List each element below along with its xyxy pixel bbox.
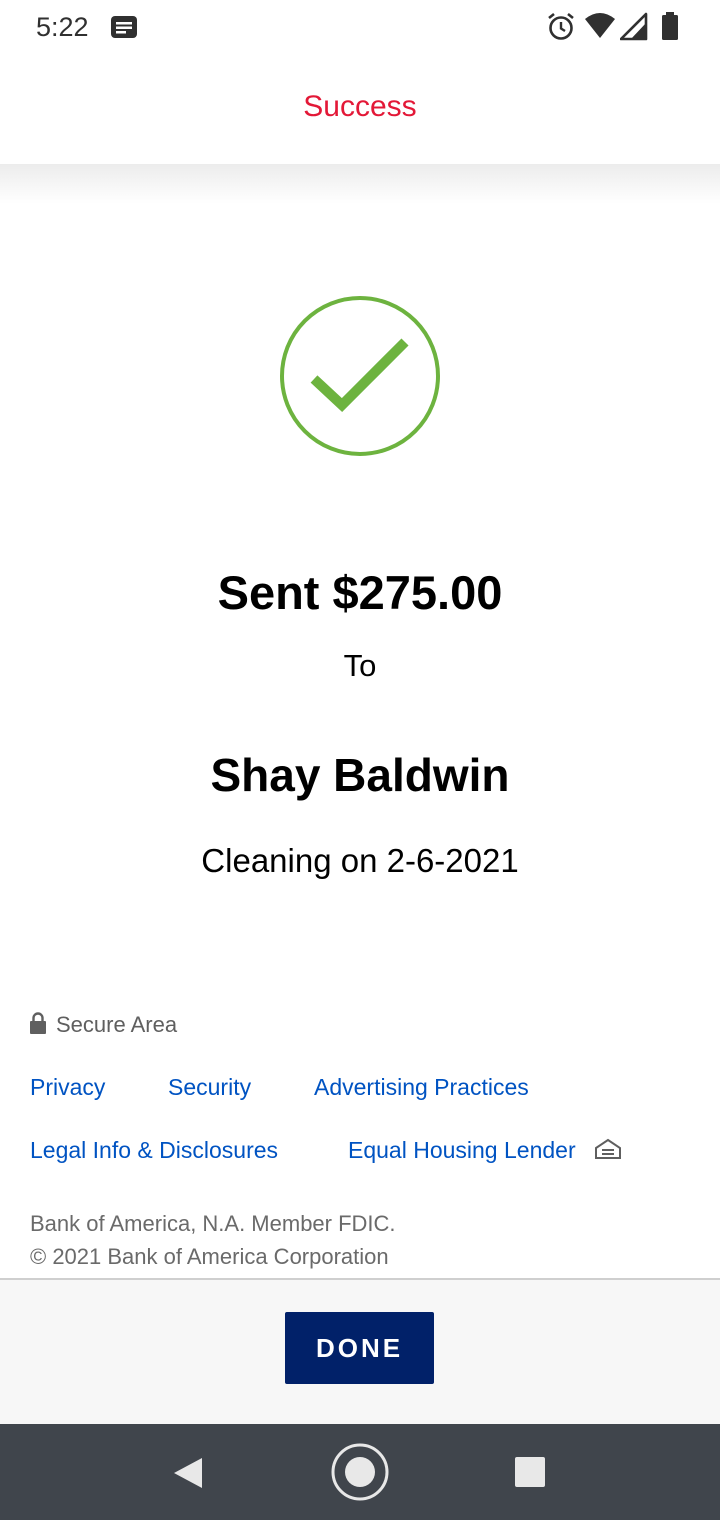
sent-amount: Sent $275.00 — [217, 566, 503, 619]
home-icon[interactable] — [330, 1442, 390, 1502]
lock-icon — [30, 1012, 46, 1034]
alarm-icon — [548, 12, 574, 40]
advertising-practices-link[interactable]: Advertising Practices — [314, 1074, 529, 1101]
header-shadow — [0, 164, 720, 204]
notification-icon — [111, 16, 137, 38]
equal-housing-icon — [595, 1138, 621, 1159]
system-nav-bar — [0, 1424, 720, 1520]
security-link[interactable]: Security — [168, 1074, 251, 1101]
equal-housing-lender-link[interactable]: Equal Housing Lender — [348, 1137, 576, 1164]
recents-icon[interactable] — [514, 1456, 546, 1488]
done-button[interactable]: DONE — [285, 1312, 434, 1384]
checkmark-circle-icon — [278, 294, 442, 458]
status-bar: 5:22 — [0, 0, 720, 56]
recipient-name: Shay Baldwin — [210, 749, 510, 801]
copyright-notice: © 2021 Bank of America Corporation — [30, 1244, 389, 1269]
legal-info-link[interactable]: Legal Info & Disclosures — [30, 1137, 278, 1164]
secure-area-label: Secure Area — [56, 1012, 178, 1037]
page-title: Success — [303, 90, 417, 123]
transfer-memo: Cleaning on 2-6-2021 — [201, 842, 519, 879]
to-label: To — [343, 648, 377, 683]
wifi-icon — [585, 13, 615, 38]
privacy-link[interactable]: Privacy — [30, 1074, 105, 1101]
back-icon[interactable] — [172, 1456, 204, 1490]
signal-icon — [620, 12, 648, 41]
battery-icon — [662, 12, 678, 40]
header: Success — [0, 56, 720, 164]
status-time: 5:22 — [36, 12, 89, 42]
fdic-notice: Bank of America, N.A. Member FDIC. — [30, 1211, 396, 1236]
status-icons — [546, 10, 686, 44]
